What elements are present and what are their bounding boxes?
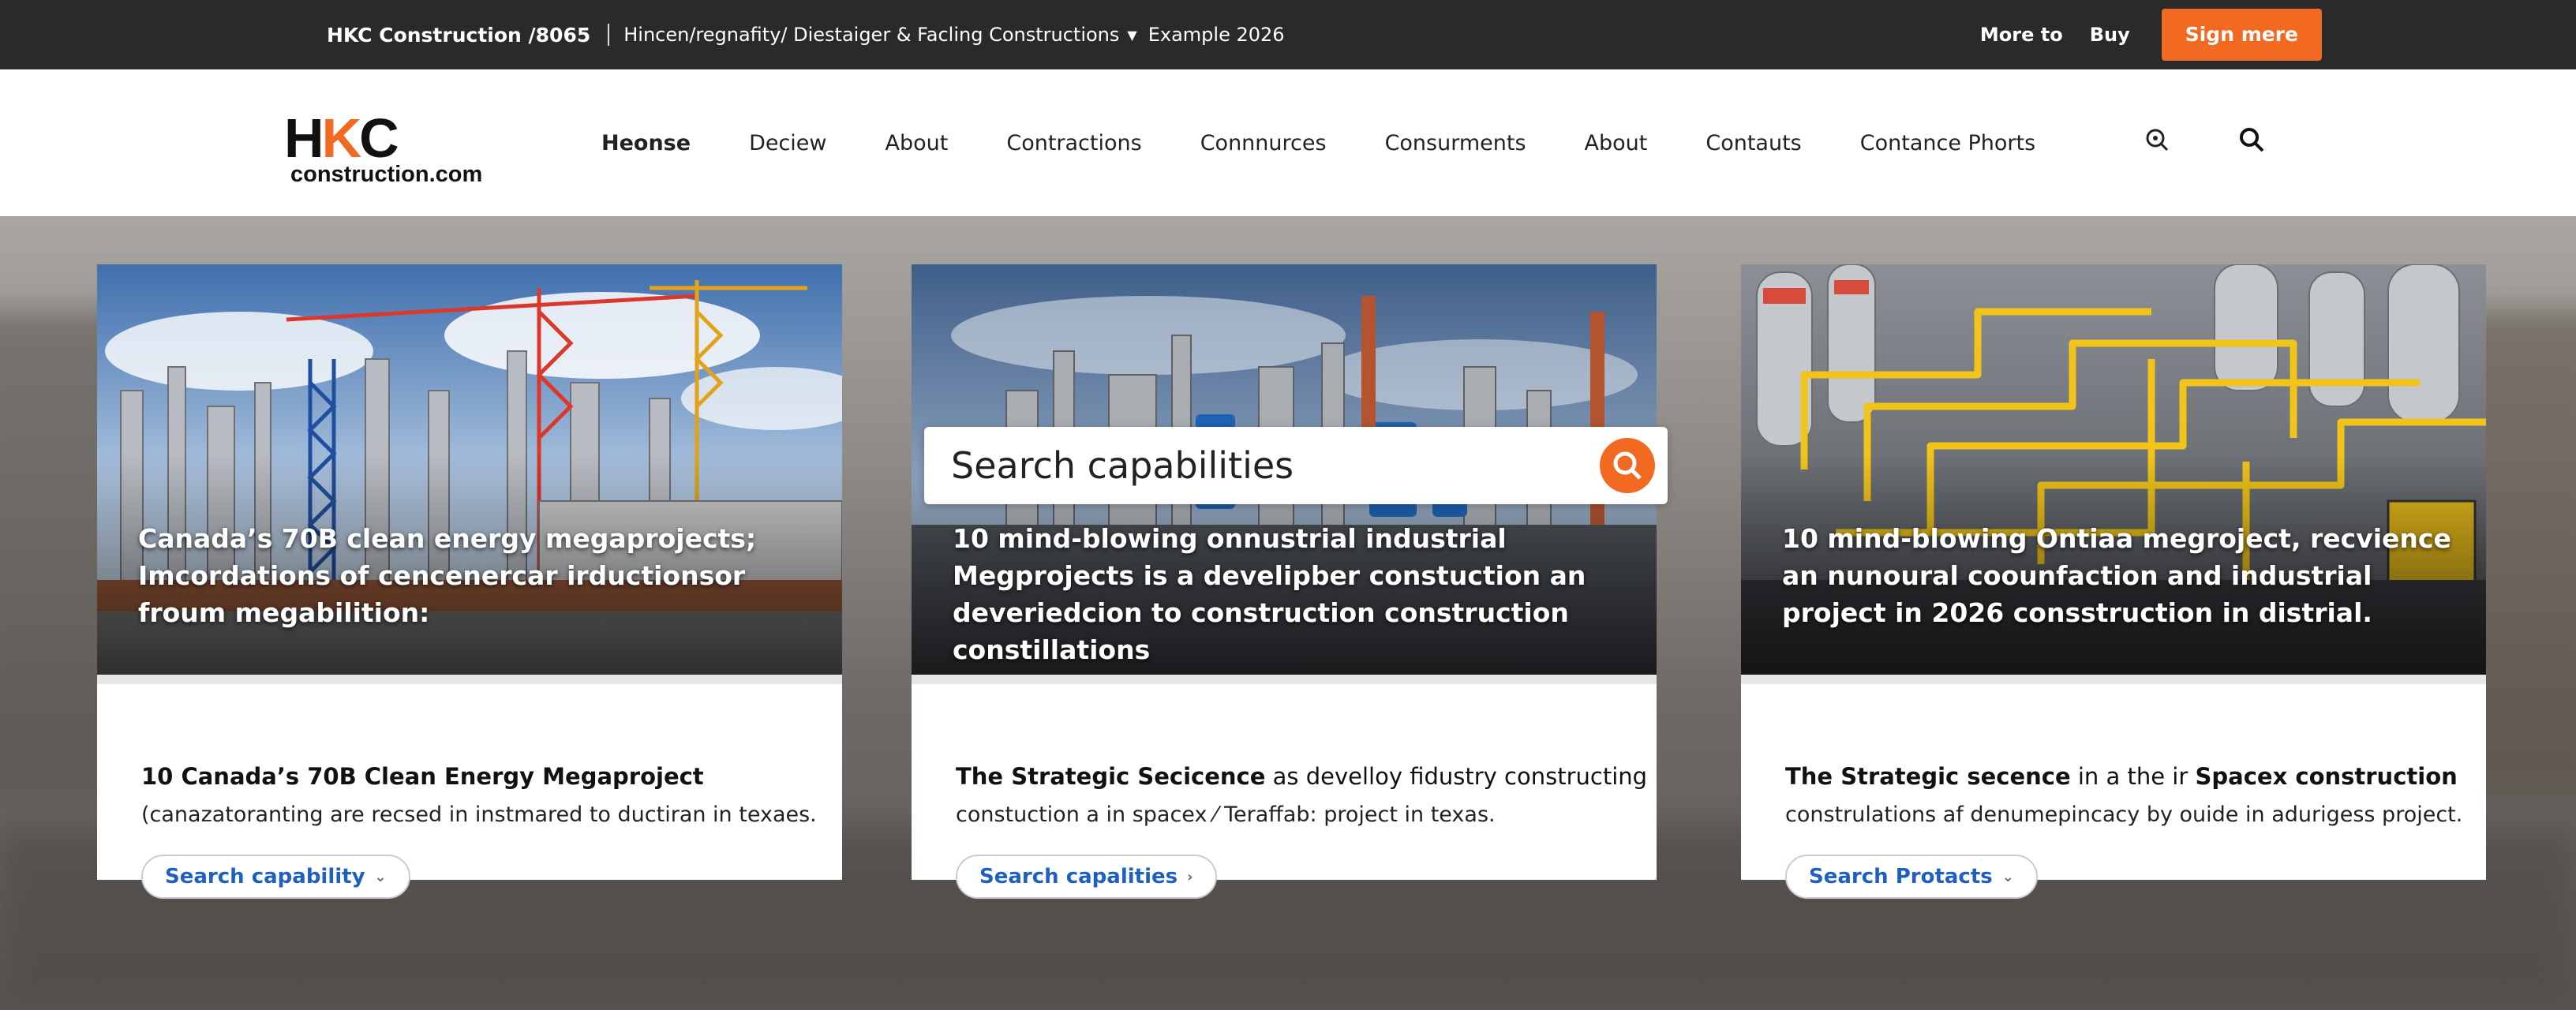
card-headline[interactable]: 10 mind-blowing Ontiaa megroject, recvie… (1782, 520, 2461, 631)
top-bar: HKC Construction /8065 Hincen/regnafity/… (0, 0, 2576, 69)
nav-item-contractions[interactable]: Contractions (1006, 131, 1141, 155)
top-bar-right: More to Buy Sign mere (1980, 0, 2322, 69)
article-card[interactable]: 10 mind-blowing onnustrial industrial Me… (912, 264, 1668, 899)
card-subtitle: constuction a in spacex ⁄ Teraffab: proj… (956, 802, 1496, 827)
main-nav-bar: HKC construction.com Heonse Deciew About… (0, 69, 2576, 216)
search-alt-icon[interactable] (2144, 126, 2170, 156)
search-capabilities-pill[interactable]: Search capalities › (956, 855, 1217, 899)
top-bar-brand[interactable]: HKC Construction /8065 (327, 24, 590, 47)
sign-in-button[interactable]: Sign mere (2161, 9, 2322, 61)
nav-item-about-2[interactable]: About (1585, 131, 1648, 155)
nav-item-consurments[interactable]: Consurments (1385, 131, 1526, 155)
hero-section: Canada’s 70B clean energy megaprojects; … (0, 216, 2576, 1010)
search-icon[interactable] (2238, 126, 2265, 156)
pill-label: Search capability (165, 865, 365, 888)
nav-item-about[interactable]: About (886, 131, 949, 155)
card-headline[interactable]: Canada’s 70B clean energy megaprojects; … (138, 520, 817, 631)
search-capability-pill[interactable]: Search capability ⌄ (141, 855, 410, 899)
primary-nav: Heonse Deciew About Contractions Connnur… (601, 69, 2094, 216)
top-link-buy[interactable]: Buy (2090, 24, 2130, 46)
search-input[interactable] (951, 427, 1567, 504)
search-bar[interactable] (924, 427, 1668, 504)
top-bar-left: HKC Construction /8065 Hincen/regnafity/… (327, 0, 1285, 69)
top-bar-separator (608, 24, 610, 46)
search-protacts-pill[interactable]: Search Protacts ⌄ (1785, 855, 2038, 899)
site-logo[interactable]: HKC construction.com (284, 107, 483, 187)
pill-label: Search Protacts (1809, 865, 1993, 888)
chevron-down-icon: ⌄ (2001, 868, 2014, 885)
article-card[interactable]: Canada’s 70B clean energy megaprojects; … (97, 264, 842, 899)
nav-item-contance-phorts[interactable]: Contance Phorts (1860, 131, 2035, 155)
card-title[interactable]: 10 Canada’s 70B Clean Energy Megaproject (141, 763, 820, 790)
top-bar-example[interactable]: Example 2026 (1148, 24, 1285, 46)
chevron-right-icon: › (1187, 868, 1193, 885)
search-button[interactable] (1600, 438, 1655, 493)
nav-item-deciew[interactable]: Deciew (749, 131, 826, 155)
card-subtitle: construlations af denumepincacy by ouide… (1785, 802, 2463, 827)
card-title[interactable]: The Strategic Secicence as develloy fidu… (956, 763, 1647, 790)
article-card[interactable]: 10 mind-blowing Ontiaa megroject, recvie… (1741, 264, 2486, 899)
nav-item-connnurces[interactable]: Connnurces (1200, 131, 1327, 155)
card-headline[interactable]: 10 mind-blowing onnustrial industrial Me… (953, 520, 1631, 668)
top-bar-breadcrumb[interactable]: Hincen/regnafity/ Diestaiger & Facling C… (623, 24, 1119, 46)
chevron-down-icon[interactable]: ▼ (1127, 28, 1136, 43)
card-title[interactable]: The Strategic secence in a the ir Spacex… (1785, 763, 2464, 790)
pill-label: Search capalities (979, 865, 1178, 888)
logo-wordmark: HKC (284, 107, 399, 169)
nav-item-contauts[interactable]: Contauts (1705, 131, 1801, 155)
search-icon (1613, 451, 1642, 480)
card-subtitle: (canazatoranting are recsed in instmared… (141, 802, 817, 827)
top-link-more[interactable]: More to (1980, 24, 2063, 46)
nav-icons (2144, 126, 2265, 156)
logo-domain: construction.com (290, 162, 483, 187)
nav-item-heonse[interactable]: Heonse (601, 131, 691, 155)
chevron-down-icon: ⌄ (374, 868, 387, 885)
